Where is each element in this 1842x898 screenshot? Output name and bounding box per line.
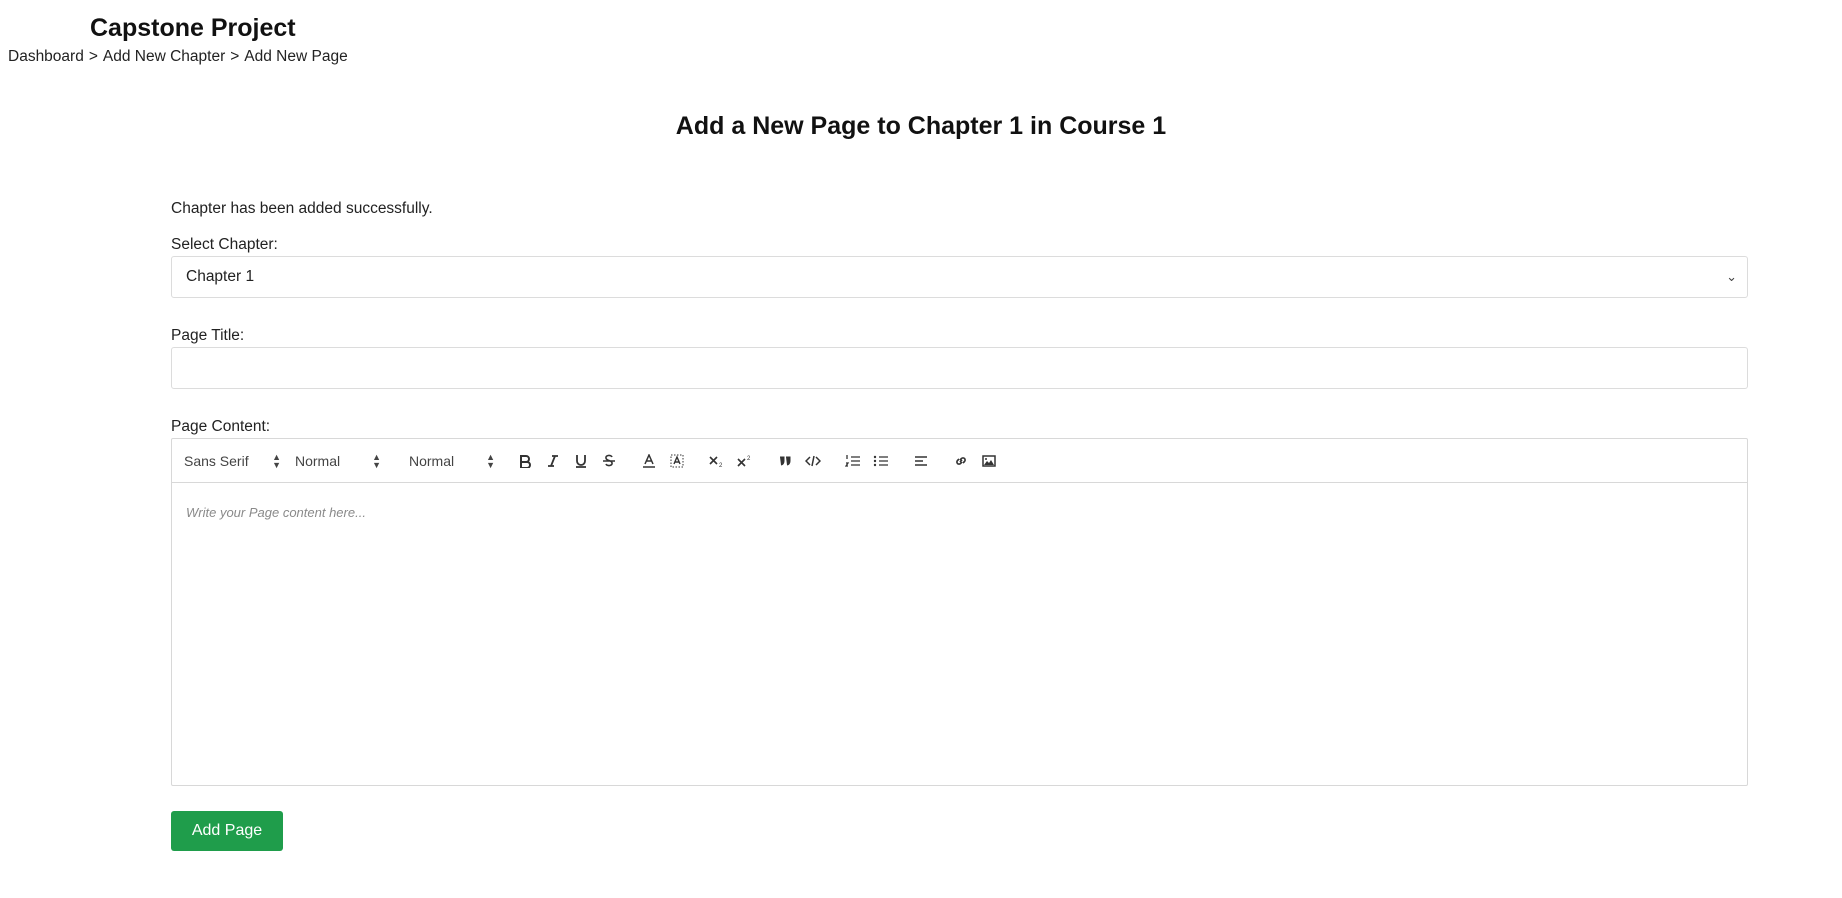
page-title-label: Page Title: (171, 327, 245, 344)
app-title: Capstone Project (90, 14, 296, 42)
size-select-value: Normal (295, 452, 341, 469)
breadcrumb-add-new-page: Add New Page (244, 48, 348, 65)
updown-arrows-icon: ▲ ▼ (372, 451, 381, 470)
breadcrumb-dashboard[interactable]: Dashboard (8, 48, 84, 66)
breadcrumb-separator: > (88, 48, 98, 65)
blockquote-icon[interactable] (771, 449, 799, 473)
editor-toolbar: Sans Serif ▲ ▼ Normal ▲ ▼ Normal ▲ ▼ 2 2 (172, 439, 1747, 483)
chevron-down-icon: ⌄ (1726, 269, 1737, 284)
size-select[interactable]: Normal ▲ ▼ (295, 449, 381, 473)
background-color-icon[interactable] (663, 449, 691, 473)
superscript-icon[interactable]: 2 (731, 449, 759, 473)
underline-icon[interactable] (567, 449, 595, 473)
success-message: Chapter has been added successfully. (171, 200, 433, 217)
font-select[interactable]: Sans Serif ▲ ▼ (184, 449, 281, 473)
font-select-value: Sans Serif (184, 452, 249, 469)
chapter-select[interactable]: Chapter 1 ⌄ (171, 256, 1748, 298)
editor-content-area[interactable]: Write your Page content here... (172, 483, 1747, 785)
updown-arrows-icon: ▲ ▼ (272, 451, 281, 470)
add-page-button[interactable]: Add Page (171, 811, 283, 851)
breadcrumb-separator: > (230, 48, 240, 65)
svg-text:2: 2 (719, 463, 723, 468)
text-color-icon[interactable] (635, 449, 663, 473)
page-title-input[interactable] (171, 347, 1748, 389)
add-page-form: Chapter has been added successfully. Sel… (171, 198, 1748, 851)
ordered-list-icon[interactable] (839, 449, 867, 473)
bold-icon[interactable] (511, 449, 539, 473)
align-left-icon[interactable] (907, 449, 935, 473)
breadcrumb: Dashboard > Add New Chapter > Add New Page (8, 48, 348, 66)
breadcrumb-add-new-chapter[interactable]: Add New Chapter (103, 48, 225, 66)
bullet-list-icon[interactable] (867, 449, 895, 473)
page-title: Add a New Page to Chapter 1 in Course 1 (675, 112, 1167, 140)
svg-text:2: 2 (747, 456, 751, 462)
header-select-value: Normal (409, 452, 455, 469)
strikethrough-icon[interactable] (595, 449, 623, 473)
editor-placeholder: Write your Page content here... (186, 505, 366, 520)
code-block-icon[interactable] (799, 449, 827, 473)
updown-arrows-icon: ▲ ▼ (486, 451, 495, 470)
rich-text-editor: Sans Serif ▲ ▼ Normal ▲ ▼ Normal ▲ ▼ 2 2… (171, 438, 1748, 786)
italic-icon[interactable] (539, 449, 567, 473)
chapter-label: Select Chapter: (171, 236, 278, 253)
subscript-icon[interactable]: 2 (703, 449, 731, 473)
page-content-label: Page Content: (171, 418, 271, 435)
link-icon[interactable] (947, 449, 975, 473)
chapter-select-value: Chapter 1 (186, 268, 255, 285)
header-select[interactable]: Normal ▲ ▼ (409, 449, 495, 473)
image-icon[interactable] (975, 449, 1003, 473)
